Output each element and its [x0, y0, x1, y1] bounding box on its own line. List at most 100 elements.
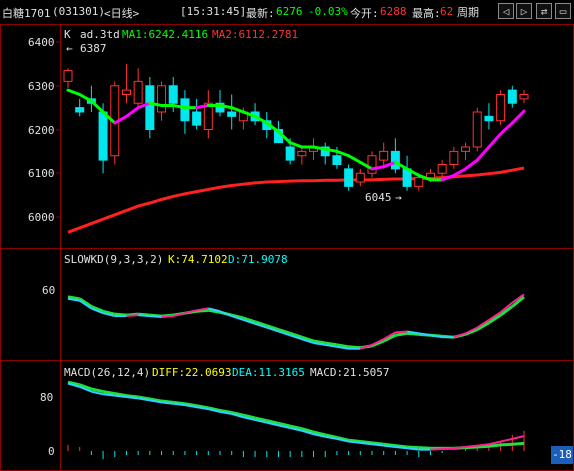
macd-diff-line [126, 396, 139, 400]
macd-dea-line [488, 443, 501, 448]
candle [507, 89, 517, 104]
macd-dea-line [418, 446, 431, 450]
macd-diff-line [360, 441, 373, 446]
macd-diff-line [430, 447, 443, 451]
candle [519, 94, 529, 100]
macd-diff-label: DIFF:22.0693 [152, 366, 232, 379]
macd-diff-line [383, 444, 396, 448]
kd-k-line [395, 330, 408, 334]
candle [157, 85, 167, 113]
kd-d-line [395, 331, 408, 337]
candle [414, 177, 424, 187]
macd-diff-line [512, 435, 525, 440]
candle [168, 85, 178, 104]
ma1-segment [499, 121, 514, 136]
macd-diff-line [161, 401, 174, 405]
candle [379, 150, 389, 161]
ma2-label: MA2:6112.2781 [212, 28, 299, 41]
macd-diff-line [173, 402, 186, 407]
candle [472, 111, 482, 148]
macd-diff-line [500, 437, 513, 443]
candle [332, 155, 342, 165]
y-tick-6200: 6200 [28, 124, 55, 137]
candle [297, 150, 307, 157]
ma1-segment [475, 145, 491, 162]
ma1-segment [288, 141, 304, 149]
kd-y-tick-60: 60 [42, 284, 56, 297]
candle [75, 107, 85, 113]
macd-value-label: MACD:21.5057 [310, 366, 390, 379]
macd-diff-line [442, 447, 454, 450]
macd-diff-line [477, 443, 490, 447]
candle [367, 155, 377, 174]
y-tick-6300: 6300 [28, 80, 55, 93]
y-tick-6400: 6400 [28, 36, 55, 49]
kd-k-line [161, 315, 174, 319]
chart-frame [0, 24, 574, 471]
macd-diff-line [453, 445, 466, 450]
ma1-segment [510, 109, 526, 125]
kd-d-line [348, 345, 361, 350]
low-marker-arrow: → [395, 191, 402, 204]
indicator-name: ad.3td [80, 28, 120, 41]
candle [192, 111, 202, 126]
low-marker: 6045 [365, 191, 392, 204]
high-marker: 6387 [80, 42, 107, 55]
candle [63, 69, 73, 82]
y-tick-6100: 6100 [28, 167, 55, 180]
candle [484, 115, 494, 122]
kd-d-label: D:71.9078 [228, 253, 288, 266]
kd-k-line [126, 314, 139, 318]
ma1-segment [487, 132, 503, 149]
candle [461, 146, 471, 152]
macd-dea-line [102, 390, 116, 396]
macd-dea-line [512, 441, 525, 446]
macd-diff-line [102, 393, 115, 397]
kd-title: SLOWKD(9,3,3,2) [64, 253, 164, 266]
macd-dea-label: DEA:11.3165 [232, 366, 305, 379]
candle [227, 111, 237, 117]
high-marker-arrow: ← [66, 42, 73, 55]
ma1-segment [347, 154, 362, 164]
macd-diff-line [371, 443, 384, 447]
kd-k-line [149, 315, 162, 319]
kd-d-line [114, 312, 127, 317]
candle [285, 146, 295, 161]
chart-canvas[interactable] [0, 0, 574, 471]
k-label: K [64, 28, 71, 41]
candle [133, 80, 143, 104]
macd-dea-line [500, 442, 513, 447]
ma1-segment [89, 99, 105, 114]
value-badge: -18 [551, 446, 573, 464]
ma1-label: MA1:6242.4116 [122, 28, 209, 41]
kd-k-line [138, 314, 150, 318]
kd-k-label: K:74.7102 [168, 253, 228, 266]
candle [449, 150, 459, 165]
y-tick-6000: 6000 [28, 211, 55, 224]
ma1-segment [452, 167, 468, 177]
candle [180, 98, 190, 122]
candle [425, 172, 435, 179]
candle [496, 94, 506, 122]
ma1-segment [335, 149, 351, 158]
macd-diff-line [348, 440, 361, 444]
ma2-line [67, 166, 525, 234]
ma1-segment [78, 93, 93, 103]
macd-diff-line [395, 445, 408, 450]
macd-y-tick-80: 80 [40, 391, 54, 404]
candle [145, 85, 155, 130]
candle [390, 150, 400, 170]
candle [344, 168, 354, 187]
ma1-segment [464, 158, 479, 171]
macd-diff-line [114, 394, 127, 398]
ma1-segment [124, 106, 140, 118]
candle [121, 89, 131, 95]
candle [355, 172, 365, 183]
macd-diff-line [465, 444, 478, 448]
macd-diff-line [406, 447, 419, 451]
ma1-segment [230, 106, 245, 114]
macd-title: MACD(26,12,4) [64, 366, 151, 379]
ma1-segment [66, 88, 82, 96]
candle [98, 111, 108, 161]
candle [437, 164, 447, 174]
